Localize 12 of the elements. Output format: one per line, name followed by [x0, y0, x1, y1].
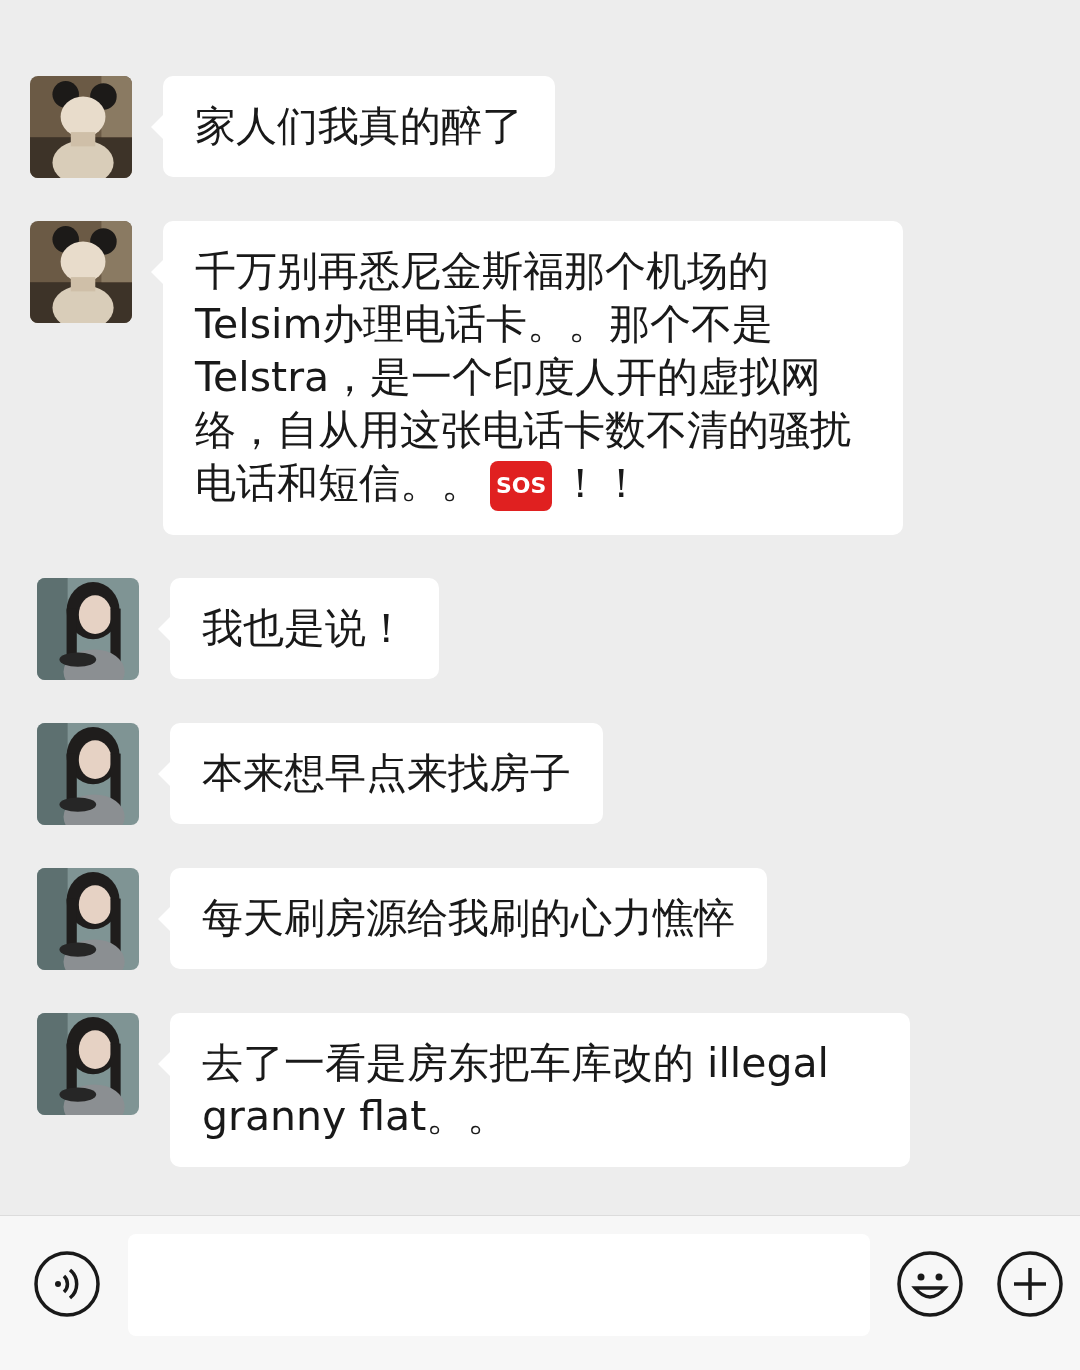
message-text: 去了一看是房东把车库改的 illegal granny flat。。	[202, 1039, 829, 1140]
sos-badge: SOS	[490, 461, 553, 511]
message-text: 每天刷房源给我刷的心力憔悴	[202, 894, 735, 942]
message-text: 本来想早点来找房子	[202, 749, 571, 797]
plus-icon[interactable]	[996, 1250, 1064, 1318]
message-text: 我也是说！	[202, 604, 407, 652]
smiley-icon[interactable]	[896, 1250, 964, 1318]
message-text: 电话和短信。。	[195, 459, 482, 507]
message-text: 千万别再悉尼金斯福那个机场的Telsim办理电话卡。。那个不是Telstra，是一个印度人开的虚拟网络，自从用这张电话卡数不清的骚扰	[195, 247, 851, 454]
voice-icon[interactable]	[33, 1250, 101, 1318]
message-text: 家人们我真的醉了	[195, 102, 523, 150]
message-text: ！！	[560, 459, 643, 507]
